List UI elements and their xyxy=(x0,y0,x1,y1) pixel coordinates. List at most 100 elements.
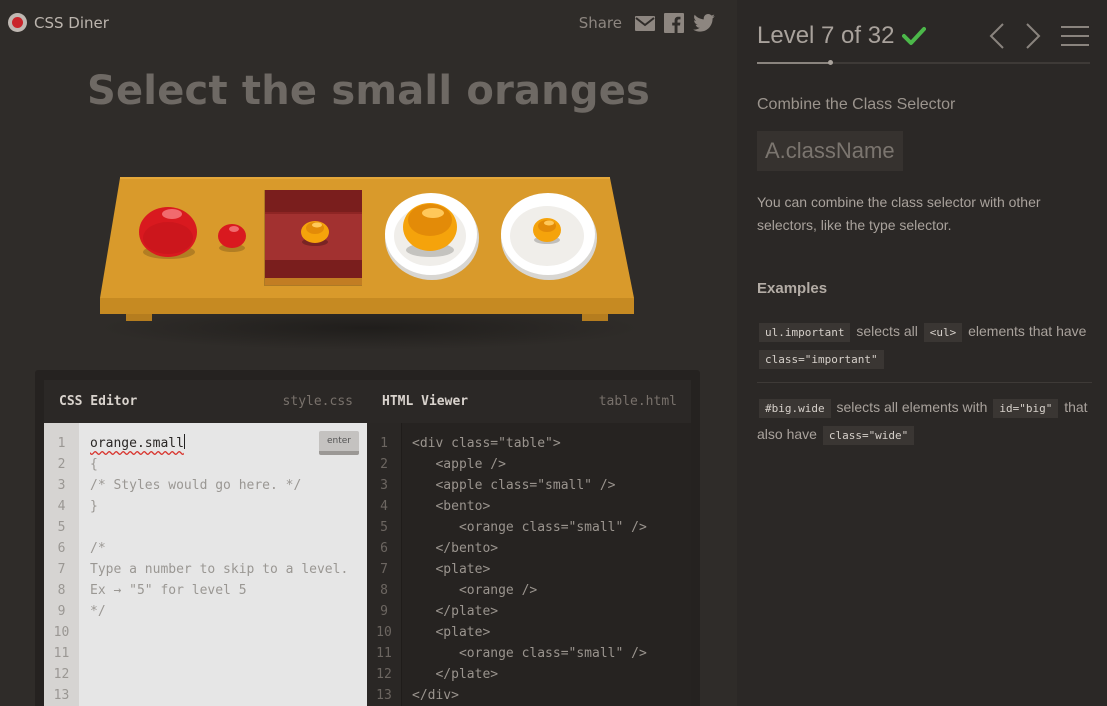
code-line: </div> xyxy=(412,688,459,703)
code-line: Type a number to skip to a level. xyxy=(90,562,349,577)
code-line: <div class="table"> xyxy=(412,436,561,451)
line-number: 1 xyxy=(57,436,66,451)
chevron-left-icon[interactable] xyxy=(989,22,1005,50)
example-code: #big.wide xyxy=(759,399,831,418)
dining-table xyxy=(100,177,640,350)
level-progress-fill xyxy=(757,62,830,64)
share-label: Share xyxy=(578,14,622,32)
html-viewer-title: HTML Viewer xyxy=(382,394,469,409)
line-number: 3 xyxy=(380,478,388,493)
selector-hint: You can combine the class selector with … xyxy=(757,194,1041,233)
code-line: } xyxy=(90,499,98,514)
level-header[interactable]: Level 7 of 32 xyxy=(757,22,927,50)
html-code: <div class="table"> <apple /> <apple cla… xyxy=(412,433,683,706)
example-code: id="big" xyxy=(993,399,1059,418)
plate-logo-icon xyxy=(8,13,27,32)
enter-button[interactable]: enter xyxy=(319,431,359,455)
hamburger-menu-icon[interactable] xyxy=(1061,24,1089,48)
css-selector-input[interactable]: orange.small xyxy=(90,436,184,451)
code-line: <bento> xyxy=(412,499,491,514)
line-number: 2 xyxy=(57,457,66,472)
logo-text: CSS Diner xyxy=(34,13,109,32)
level-indicator[interactable]: Level 7 of 32 xyxy=(757,22,894,50)
selector-name: Combine the Class Selector xyxy=(757,96,956,113)
line-number: 5 xyxy=(380,520,388,535)
examples-title: Examples xyxy=(757,280,828,297)
code-line: /* xyxy=(90,541,106,556)
order-title: Select the small oranges xyxy=(86,68,651,114)
apple-item[interactable] xyxy=(139,207,197,259)
line-number: 4 xyxy=(57,499,66,514)
line-number: 3 xyxy=(57,478,66,493)
code-line: </plate> xyxy=(412,667,499,682)
line-number: 2 xyxy=(380,457,388,472)
check-icon xyxy=(902,27,927,45)
email-icon[interactable] xyxy=(635,15,655,31)
example-item: #big.wide selects all elements with id="… xyxy=(757,394,1092,448)
html-viewer-filename: table.html xyxy=(598,394,677,409)
orange-small-item[interactable] xyxy=(301,221,329,246)
sidebar: Level 7 of 32 Combine the Class Selector… xyxy=(737,0,1107,706)
css-editor-body: 1 2 3 4 5 6 7 8 9 10 11 12 13 orange.small {/* Style… xyxy=(44,423,367,706)
line-number: 13 xyxy=(376,688,392,703)
line-number: 7 xyxy=(380,562,388,577)
orange-item[interactable] xyxy=(403,203,457,257)
example-code: class="important" xyxy=(759,350,884,369)
line-number: 12 xyxy=(53,667,70,682)
html-viewer-pane: HTML Viewer table.html 1 2 3 4 5 6 7 8 9 10 11 12 13… xyxy=(367,380,691,706)
line-number: 8 xyxy=(57,583,66,598)
html-line-numbers: 1 2 3 4 5 6 7 8 9 10 11 12 13 xyxy=(367,423,402,706)
code-line: */ xyxy=(90,604,106,619)
line-number: 12 xyxy=(376,667,392,682)
facebook-icon[interactable] xyxy=(664,13,684,33)
editor: CSS Editor style.css 1 2 3 4 5 6 7 8 9 10 11 12 13 o… xyxy=(35,370,700,706)
example-divider xyxy=(757,382,1092,383)
code-line: </plate> xyxy=(412,604,499,619)
code-line: Ex → "5" for level 5 xyxy=(90,583,247,598)
code-line: <apple class="small" /> xyxy=(412,478,616,493)
bento-item[interactable] xyxy=(264,190,362,286)
example-item: ul.important selects all <ul> elements t… xyxy=(757,318,1092,372)
code-line: /* Styles would go here. */ xyxy=(90,478,302,493)
example-code: class="wide" xyxy=(822,426,915,445)
css-line-numbers: 1 2 3 4 5 6 7 8 9 10 11 12 13 xyxy=(44,423,79,706)
text-caret xyxy=(183,434,185,449)
html-viewer-body: 1 2 3 4 5 6 7 8 9 10 11 12 13 <div class="table"> <a… xyxy=(367,423,691,706)
code-line: <orange class="small" /> xyxy=(412,520,647,535)
logo[interactable]: CSS Diner xyxy=(8,13,109,32)
line-number: 10 xyxy=(376,625,392,640)
line-number: 6 xyxy=(380,541,388,556)
selector-syntax: A.className xyxy=(757,131,903,171)
line-number: 11 xyxy=(53,646,70,661)
twitter-icon[interactable] xyxy=(693,14,715,32)
example-text: elements that have xyxy=(968,323,1087,339)
line-number: 10 xyxy=(53,625,70,640)
line-number: 9 xyxy=(380,604,388,619)
orange-small-item[interactable] xyxy=(533,218,561,244)
code-line: <plate> xyxy=(412,562,491,577)
css-editor-filename: style.css xyxy=(282,394,353,409)
example-text: selects all elements with xyxy=(836,399,988,415)
example-code: <ul> xyxy=(923,323,963,342)
line-number: 9 xyxy=(57,604,66,619)
line-number: 13 xyxy=(53,688,70,703)
code-line: <apple /> xyxy=(412,457,506,472)
example-code: ul.important xyxy=(759,323,851,342)
line-number: 7 xyxy=(57,562,66,577)
css-editor-pane: CSS Editor style.css 1 2 3 4 5 6 7 8 9 10 11 12 13 o… xyxy=(44,380,367,706)
line-number: 6 xyxy=(57,541,66,556)
code-line: <plate> xyxy=(412,625,491,640)
css-code: orange.small { /* Styles would go here. *… xyxy=(90,433,359,622)
code-line: <orange /> xyxy=(412,583,538,598)
share-bar: Share xyxy=(579,13,715,33)
example-text: selects all xyxy=(856,323,918,339)
html-viewer-header: HTML Viewer table.html xyxy=(367,380,691,423)
line-number: 4 xyxy=(380,499,388,514)
apple-small-item[interactable] xyxy=(218,224,246,252)
code-line: <orange class="small" /> xyxy=(412,646,647,661)
level-progress-bar xyxy=(757,60,1090,65)
code-line: { xyxy=(90,457,98,472)
line-number: 5 xyxy=(57,520,66,535)
chevron-right-icon[interactable] xyxy=(1025,22,1041,50)
line-number: 1 xyxy=(380,436,388,451)
